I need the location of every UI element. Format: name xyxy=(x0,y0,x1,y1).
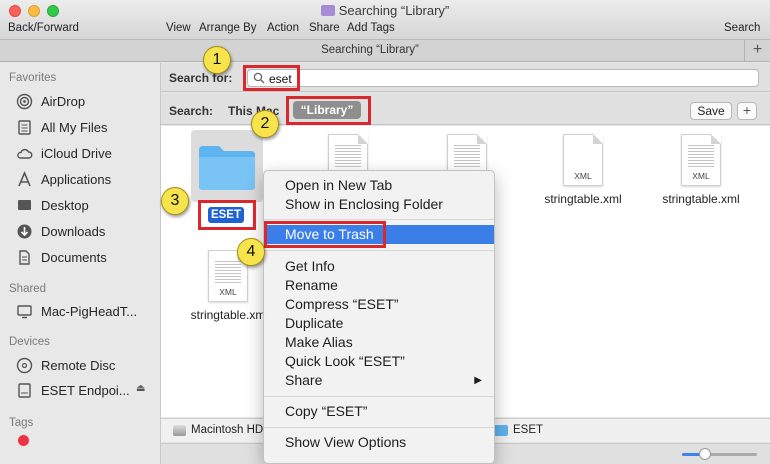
menu-item-open-new-tab[interactable]: Open in New Tab xyxy=(264,176,494,195)
sidebar: Favorites AirDrop All My Files iCloud Dr… xyxy=(0,63,161,464)
menu-separator xyxy=(264,219,494,220)
eset-folder-item[interactable] xyxy=(191,130,263,202)
step-badge-1: 1 xyxy=(203,46,231,74)
new-tab-button[interactable]: + xyxy=(744,40,770,62)
menu-item-share[interactable]: Share ▶ xyxy=(264,371,494,390)
menu-item-duplicate[interactable]: Duplicate xyxy=(264,314,494,333)
menu-separator xyxy=(264,250,494,251)
sidebar-item-label: iCloud Drive xyxy=(41,145,112,161)
highlight-search-field xyxy=(243,65,300,91)
eject-icon[interactable]: ⏏ xyxy=(136,383,145,394)
documents-icon xyxy=(16,249,33,266)
drive-icon xyxy=(16,382,33,399)
sidebar-header-favorites: Favorites xyxy=(9,72,57,84)
window-titlebar: Searching “Library” Back/Forward View Ar… xyxy=(0,0,770,40)
tab-bar: Searching “Library” + xyxy=(0,40,770,62)
smart-folder-icon xyxy=(320,5,335,16)
file-item[interactable]: XML stringtable.xml xyxy=(651,134,751,206)
sidebar-item-label: ESET Endpoi... xyxy=(41,382,130,398)
hard-disk-icon xyxy=(173,424,186,436)
menu-item-make-alias[interactable]: Make Alias xyxy=(264,333,494,352)
file-label: stringtable.xml xyxy=(662,192,740,206)
xml-document-icon: XML xyxy=(563,134,603,186)
sidebar-item-label: Documents xyxy=(41,249,107,265)
slider-knob[interactable] xyxy=(698,448,711,460)
sidebar-item-downloads[interactable]: Downloads xyxy=(16,220,105,242)
sidebar-header-devices: Devices xyxy=(9,336,50,348)
menu-separator xyxy=(264,396,494,397)
menu-item-rename[interactable]: Rename xyxy=(264,276,494,295)
all-my-files-icon xyxy=(16,119,33,136)
sidebar-item-label: Desktop xyxy=(41,197,89,213)
folder-icon xyxy=(494,424,508,436)
sidebar-item-all-my-files[interactable]: All My Files xyxy=(16,116,107,138)
step-badge-4: 4 xyxy=(237,238,265,266)
back-forward-button[interactable]: Back/Forward xyxy=(8,22,79,34)
view-button[interactable]: View xyxy=(166,22,191,34)
window-title: Searching “Library” xyxy=(0,3,770,18)
desktop-icon xyxy=(16,197,33,214)
sidebar-item-icloud-drive[interactable]: iCloud Drive xyxy=(16,142,112,164)
file-label: stringtable.xml xyxy=(544,192,622,206)
share-button[interactable]: Share xyxy=(309,22,340,34)
red-tag-icon[interactable] xyxy=(18,435,29,446)
sidebar-header-tags: Tags xyxy=(9,417,34,429)
search-scope-label: Search: xyxy=(169,104,214,118)
step-badge-2: 2 xyxy=(251,110,279,138)
add-criteria-button[interactable]: + xyxy=(737,102,757,120)
applications-icon xyxy=(16,170,33,188)
sidebar-item-label: All My Files xyxy=(41,119,108,135)
sidebar-item-label: Applications xyxy=(41,171,112,187)
sidebar-item-desktop[interactable]: Desktop xyxy=(16,194,89,216)
menu-item-get-info[interactable]: Get Info xyxy=(264,257,494,276)
sidebar-item-label: Mac-PigHeadT... xyxy=(41,303,138,319)
menu-item-compress[interactable]: Compress “ESET” xyxy=(264,295,494,314)
path-item-folder[interactable]: ESET xyxy=(494,424,543,436)
save-search-button[interactable]: Save xyxy=(690,102,732,120)
highlight-eset-folder xyxy=(198,200,256,230)
menu-item-show-enclosing-folder[interactable]: Show in Enclosing Folder xyxy=(264,195,494,214)
menu-item-show-view-options[interactable]: Show View Options xyxy=(264,433,494,452)
monitor-icon xyxy=(16,303,33,320)
search-input[interactable]: eset xyxy=(247,69,759,87)
sidebar-header-shared: Shared xyxy=(9,283,47,295)
downloads-icon xyxy=(16,223,33,240)
step-badge-3: 3 xyxy=(161,187,189,215)
folder-icon xyxy=(199,146,255,190)
sidebar-item-applications[interactable]: Applications xyxy=(16,168,111,190)
sidebar-item-documents[interactable]: Documents xyxy=(16,246,107,268)
search-toolbar-button[interactable]: Search xyxy=(724,22,760,34)
submenu-arrow-icon: ▶ xyxy=(474,375,482,386)
menu-separator xyxy=(264,427,494,428)
file-item[interactable]: XML stringtable.xml xyxy=(533,134,633,206)
highlight-library-scope xyxy=(286,96,371,125)
action-button[interactable]: Action xyxy=(267,22,299,34)
arrange-by-button[interactable]: Arrange By xyxy=(199,22,257,34)
sidebar-item-label: AirDrop xyxy=(41,93,86,109)
tab-searching-library[interactable]: Searching “Library” xyxy=(0,44,740,56)
add-tags-button[interactable]: Add Tags xyxy=(347,22,395,34)
sidebar-item-remote-disc[interactable]: Remote Disc xyxy=(16,354,115,376)
sidebar-item-label: Downloads xyxy=(41,223,106,239)
menu-item-quick-look[interactable]: Quick Look “ESET” xyxy=(264,352,494,371)
sidebar-item-eset-endpoint[interactable]: ESET Endpoi... xyxy=(16,379,130,401)
disc-icon xyxy=(16,357,33,374)
cloud-icon xyxy=(16,145,33,162)
sidebar-item-label: Remote Disc xyxy=(41,357,116,373)
menu-item-copy[interactable]: Copy “ESET” xyxy=(264,402,494,421)
sidebar-item-airdrop[interactable]: AirDrop xyxy=(16,90,85,112)
icon-size-slider[interactable] xyxy=(682,448,757,460)
airdrop-icon xyxy=(16,93,33,110)
xml-document-icon: XML xyxy=(681,134,721,186)
context-menu: Open in New Tab Show in Enclosing Folder… xyxy=(263,170,495,464)
highlight-move-to-trash xyxy=(264,221,386,248)
sidebar-item-mac-pighead[interactable]: Mac-PigHeadT... xyxy=(16,300,137,322)
search-for-label: Search for: xyxy=(169,71,233,85)
path-item-disk[interactable]: Macintosh HD xyxy=(173,424,263,436)
